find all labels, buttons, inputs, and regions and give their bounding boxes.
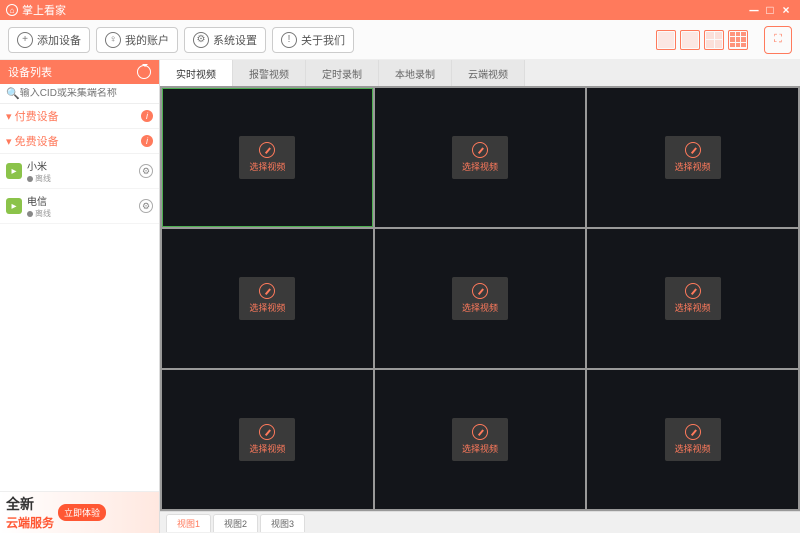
video-cell[interactable]: 选择视频 [375,229,586,368]
select-video-placeholder[interactable]: 选择视频 [239,277,295,320]
layout-1-alt-button[interactable] [680,30,700,50]
app-logo-icon: ⌂ [6,4,18,16]
select-video-placeholder[interactable]: 选择视频 [665,277,721,320]
info-icon: ! [281,32,297,48]
camera-icon [685,142,701,158]
promo-banner[interactable]: 全新 云端服务 立即体验 [0,491,159,533]
view-tab-1[interactable]: 视图1 [166,514,211,532]
app-title: 掌上看家 [22,2,66,18]
minimize-button[interactable]: － [746,2,762,19]
search-icon: 🔍 [6,87,20,100]
select-video-placeholder[interactable]: 选择视频 [665,418,721,461]
select-video-placeholder[interactable]: 选择视频 [452,418,508,461]
tab-realtime[interactable]: 实时视频 [160,60,233,86]
search-box[interactable]: 🔍 [0,84,159,104]
layout-4-button[interactable] [704,30,724,50]
content-area: 实时视频 报警视频 定时录制 本地录制 云端视频 选择视频 选择视频 选择视频 … [160,60,800,533]
view-tabs: 视图1 视图2 视图3 [160,511,800,533]
system-settings-button[interactable]: ⚙系统设置 [184,27,266,53]
about-us-button[interactable]: !关于我们 [272,27,354,53]
gear-icon: ⚙ [193,32,209,48]
tab-local[interactable]: 本地录制 [379,60,452,86]
camera-icon [472,283,488,299]
main-toolbar: +添加设备 ♀我的账户 ⚙系统设置 !关于我们 ⛶ [0,20,800,60]
layout-9-button[interactable] [728,30,748,50]
video-cell[interactable]: 选择视频 [162,88,373,227]
camera-icon [472,424,488,440]
video-cell[interactable]: 选择视频 [375,370,586,509]
layout-switcher [656,30,748,50]
camera-icon [259,424,275,440]
camera-icon [685,283,701,299]
video-cell[interactable]: 选择视频 [162,229,373,368]
select-video-placeholder[interactable]: 选择视频 [239,418,295,461]
device-item[interactable]: ▸ 电信离线 ⚙ [0,189,159,224]
info-icon[interactable]: i [141,110,153,122]
select-video-placeholder[interactable]: 选择视频 [239,136,295,179]
tab-cloud[interactable]: 云端视频 [452,60,525,86]
camera-icon [259,283,275,299]
device-icon: ▸ [6,163,22,179]
video-grid: 选择视频 选择视频 选择视频 选择视频 选择视频 选择视频 选择视频 选择视频 … [160,86,800,511]
search-input[interactable] [20,88,153,99]
video-cell[interactable]: 选择视频 [587,88,798,227]
select-video-placeholder[interactable]: 选择视频 [665,136,721,179]
device-icon: ▸ [6,198,22,214]
fullscreen-button[interactable]: ⛶ [764,26,792,54]
video-tabs: 实时视频 报警视频 定时录制 本地录制 云端视频 [160,60,800,86]
try-now-button[interactable]: 立即体验 [58,504,106,521]
sidebar-header: 设备列表 [0,60,159,84]
category-paid[interactable]: ▾ 付费设备i [0,104,159,129]
camera-icon [685,424,701,440]
select-video-placeholder[interactable]: 选择视频 [452,136,508,179]
plus-icon: + [17,32,33,48]
add-device-button[interactable]: +添加设备 [8,27,90,53]
video-cell[interactable]: 选择视频 [587,229,798,368]
view-tab-2[interactable]: 视图2 [213,514,258,532]
layout-1-button[interactable] [656,30,676,50]
select-video-placeholder[interactable]: 选择视频 [452,277,508,320]
camera-icon [472,142,488,158]
category-free[interactable]: ▾ 免费设备i [0,129,159,154]
view-tab-3[interactable]: 视图3 [260,514,305,532]
maximize-button[interactable]: □ [762,3,778,17]
camera-icon [259,142,275,158]
device-sidebar: 设备列表 🔍 ▾ 付费设备i ▾ 免费设备i ▸ 小米离线 ⚙ ▸ 电信离线 ⚙… [0,60,160,533]
title-bar: ⌂ 掌上看家 － □ × [0,0,800,20]
video-cell[interactable]: 选择视频 [375,88,586,227]
info-icon[interactable]: i [141,135,153,147]
device-settings-icon[interactable]: ⚙ [139,199,153,213]
device-settings-icon[interactable]: ⚙ [139,164,153,178]
user-icon: ♀ [105,32,121,48]
my-account-button[interactable]: ♀我的账户 [96,27,178,53]
refresh-icon[interactable] [137,65,151,79]
tab-scheduled[interactable]: 定时录制 [306,60,379,86]
video-cell[interactable]: 选择视频 [162,370,373,509]
tab-alarm[interactable]: 报警视频 [233,60,306,86]
device-item[interactable]: ▸ 小米离线 ⚙ [0,154,159,189]
close-button[interactable]: × [778,3,794,17]
video-cell[interactable]: 选择视频 [587,370,798,509]
